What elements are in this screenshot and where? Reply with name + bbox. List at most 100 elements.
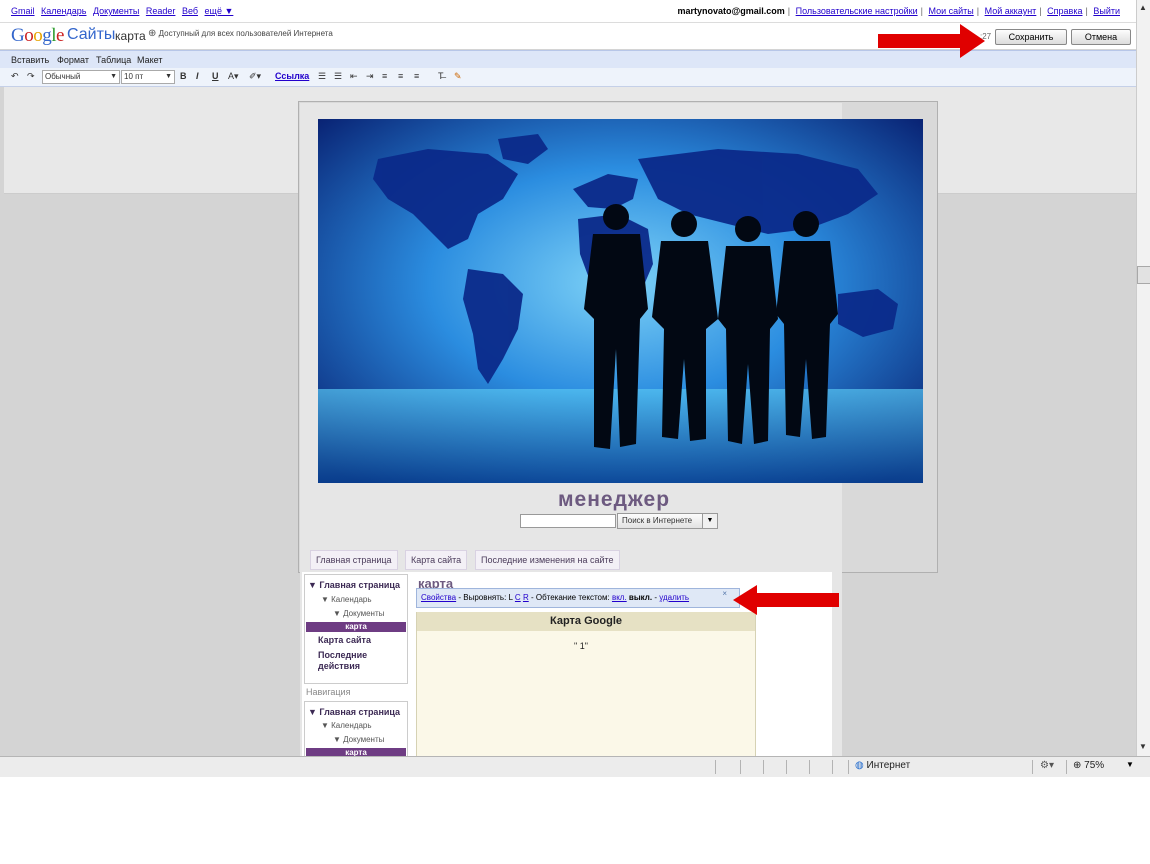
navigation-heading: Навигация bbox=[306, 687, 351, 697]
more-link[interactable]: ещё ▼ bbox=[205, 6, 234, 16]
sidebar-item-calendar[interactable]: ▼ Календарь bbox=[321, 721, 372, 730]
globe-icon: ⊕ bbox=[148, 28, 157, 39]
sidebar-item-calendar[interactable]: ▼ Календарь bbox=[321, 595, 372, 604]
italic-button[interactable]: I bbox=[196, 71, 199, 81]
map-gadget-title: Карта Google bbox=[417, 612, 755, 631]
protected-mode-icon[interactable]: ⚙▾ bbox=[1040, 760, 1054, 771]
google-logo[interactable]: Google bbox=[11, 25, 64, 47]
globe-icon: ◍ bbox=[855, 760, 864, 771]
sharing-note-text: Доступный для всех пользователей Интерне… bbox=[158, 29, 333, 38]
numbered-list-icon[interactable]: ☰ bbox=[318, 71, 326, 82]
wrap-on-link[interactable]: вкл. bbox=[612, 593, 627, 602]
chevron-down-icon: ▼ bbox=[165, 73, 172, 80]
documents-link[interactable]: Документы bbox=[93, 6, 139, 16]
scrollbar-thumb[interactable] bbox=[1137, 266, 1150, 284]
annotation-arrow-right-icon bbox=[878, 24, 985, 58]
scroll-down-icon[interactable]: ▼ bbox=[1137, 741, 1149, 753]
bold-button[interactable]: B bbox=[180, 71, 187, 81]
chevron-down-icon[interactable]: ▼ bbox=[1126, 760, 1134, 769]
html-edit-icon[interactable]: ✎ bbox=[454, 71, 462, 82]
zone-label: Интернет bbox=[866, 760, 911, 771]
align-center-icon[interactable]: ≡ bbox=[398, 71, 403, 81]
close-icon[interactable]: × bbox=[722, 585, 727, 603]
header-banner-image bbox=[318, 119, 923, 483]
wrap-label: - Обтекание текстом: bbox=[530, 593, 610, 602]
align-left-icon[interactable]: ≡ bbox=[382, 71, 387, 81]
google-map-gadget[interactable] bbox=[416, 612, 756, 764]
site-title: менеджер bbox=[558, 488, 671, 511]
save-button[interactable]: Сохранить bbox=[995, 29, 1067, 45]
chevron-down-icon[interactable]: ▼ bbox=[702, 513, 718, 529]
sidebar-nav: ▼ Главная страница ▼ Календарь ▼ Докумен… bbox=[304, 574, 408, 684]
user-settings-link[interactable]: Пользовательские настройки bbox=[796, 6, 918, 16]
annotation-arrow-left-icon bbox=[733, 585, 839, 615]
sidebar-item-active-map[interactable]: карта bbox=[306, 622, 406, 632]
undo-icon[interactable]: ↶ bbox=[11, 71, 19, 82]
style-select-value: Обычный bbox=[45, 72, 81, 81]
sidebar-item-home[interactable]: ▼ Главная страница bbox=[308, 580, 400, 590]
delete-gadget-link[interactable]: удалить bbox=[659, 593, 689, 602]
tab-sitemap[interactable]: Карта сайта bbox=[405, 550, 468, 570]
sidebar-item-label: Календарь bbox=[331, 721, 372, 730]
menu-format[interactable]: Формат bbox=[57, 55, 89, 65]
font-size-select[interactable]: 10 пт ▼ bbox=[121, 70, 175, 84]
bulleted-list-icon[interactable]: ☰ bbox=[334, 71, 342, 82]
page-name: карта bbox=[115, 29, 146, 43]
gmail-link[interactable]: Gmail bbox=[11, 6, 35, 16]
align-right-icon[interactable]: ≡ bbox=[414, 71, 419, 81]
sidebar-item-recent[interactable]: Последние действия bbox=[318, 650, 388, 672]
menu-layout[interactable]: Макет bbox=[137, 55, 162, 65]
web-link[interactable]: Веб bbox=[182, 6, 198, 16]
gadget-properties-bar: Свойства - Выровнять: L C R - Обтекание … bbox=[416, 588, 740, 608]
highlight-button[interactable]: ✐▾ bbox=[249, 71, 261, 82]
underline-button[interactable]: U bbox=[212, 71, 219, 81]
clear-format-button[interactable]: T̶ bbox=[438, 71, 444, 81]
menu-insert[interactable]: Вставить bbox=[11, 55, 49, 65]
calendar-link[interactable]: Календарь bbox=[41, 6, 86, 16]
style-select[interactable]: Обычный ▼ bbox=[42, 70, 120, 84]
reader-link[interactable]: Reader bbox=[146, 6, 176, 16]
align-label: - Выровнять: L bbox=[458, 593, 513, 602]
scroll-up-icon[interactable]: ▲ bbox=[1137, 2, 1149, 14]
sidebar-item-label: Главная страница bbox=[319, 707, 401, 717]
menu-table[interactable]: Таблица bbox=[96, 55, 131, 65]
vertical-scrollbar[interactable] bbox=[1136, 0, 1150, 756]
font-color-button[interactable]: A▾ bbox=[228, 71, 239, 82]
tab-home[interactable]: Главная страница bbox=[310, 550, 398, 570]
chevron-down-icon: ▼ bbox=[110, 73, 117, 80]
zoom-level[interactable]: ⊕ 75% bbox=[1073, 760, 1104, 771]
sidebar-item-home[interactable]: ▼ Главная страница bbox=[308, 707, 400, 717]
my-sites-link[interactable]: Мои сайты bbox=[928, 6, 973, 16]
sharing-note: ⊕ Доступный для всех пользователей Интер… bbox=[148, 28, 333, 39]
align-right-link[interactable]: R bbox=[523, 593, 529, 602]
align-center-link[interactable]: C bbox=[515, 593, 521, 602]
navigation-widget: ▼ Главная страница ▼ Календарь ▼ Докумен… bbox=[304, 701, 408, 763]
sidebar-item-label: Главная страница bbox=[319, 580, 401, 590]
google-services-links: Gmail Календарь Документы Reader Веб ещё… bbox=[11, 6, 237, 16]
properties-link[interactable]: Свойства bbox=[421, 593, 456, 602]
tab-recent-changes[interactable]: Последние изменения на сайте bbox=[475, 550, 620, 570]
indent-icon[interactable]: ⇥ bbox=[366, 71, 374, 82]
link-button[interactable]: Ссылка bbox=[275, 71, 309, 81]
map-gadget-content: " 1" bbox=[574, 641, 588, 651]
font-size-value: 10 пт bbox=[124, 72, 144, 81]
redo-icon[interactable]: ↷ bbox=[27, 71, 35, 82]
sidebar-item-documents[interactable]: ▼ Документы bbox=[333, 609, 384, 618]
site-search-input[interactable] bbox=[520, 514, 616, 528]
help-link[interactable]: Справка bbox=[1047, 6, 1082, 16]
browser-status-bar: ◍ Интернет ⚙▾ ⊕ 75% ▼ bbox=[0, 756, 1150, 777]
outdent-icon[interactable]: ⇤ bbox=[350, 71, 358, 82]
sign-out-link[interactable]: Выйти bbox=[1093, 6, 1120, 16]
my-account-link[interactable]: Мой аккаунт bbox=[985, 6, 1037, 16]
format-toolbar: ↶ ↷ Обычный ▼ 10 пт ▼ B I U A▾ ✐▾ Ссылка ☰… bbox=[0, 68, 1136, 87]
zoom-value: 75% bbox=[1084, 760, 1105, 771]
cancel-button[interactable]: Отмена bbox=[1071, 29, 1131, 45]
sidebar-item-label: Календарь bbox=[331, 595, 372, 604]
sidebar-item-documents[interactable]: ▼ Документы bbox=[333, 735, 384, 744]
sidebar-item-sitemap[interactable]: Карта сайта bbox=[318, 635, 371, 645]
product-name: Сайты bbox=[67, 26, 116, 43]
sidebar-item-label: Документы bbox=[343, 609, 385, 618]
wrap-off-state: выкл. bbox=[628, 593, 653, 602]
web-search-button[interactable]: Поиск в Интернете bbox=[617, 513, 707, 529]
magnifier-icon: ⊕ bbox=[1073, 760, 1082, 771]
